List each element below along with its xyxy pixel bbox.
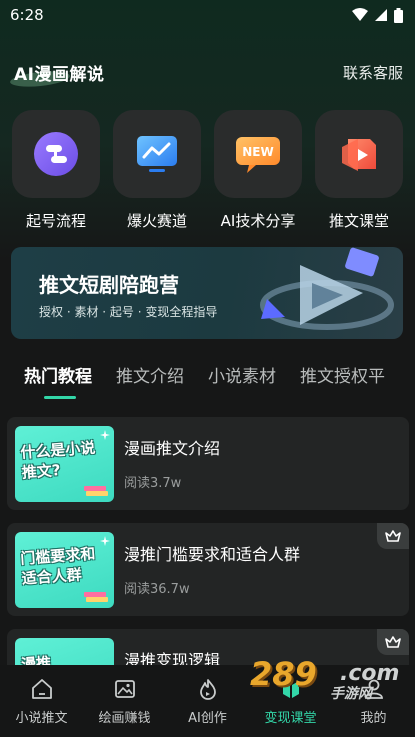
nav-item-ai-create[interactable]: AI创作 <box>166 665 249 737</box>
image-icon <box>114 680 135 698</box>
tab-tweet-authorization[interactable]: 推文授权平 <box>300 362 385 402</box>
tab-novel-materials[interactable]: 小说素材 <box>208 362 276 402</box>
status-bar: 6:28 <box>0 0 415 30</box>
book-icon <box>282 681 299 698</box>
crown-icon <box>385 636 401 648</box>
signal-icon <box>375 9 387 21</box>
nav-label: AI创作 <box>188 711 227 726</box>
home-icon <box>31 679 52 699</box>
new-badge-icon: NEW <box>236 137 280 173</box>
banner-illustration <box>260 247 394 330</box>
sparkle-icon <box>100 430 110 440</box>
shortcut-hot-track[interactable]: 爆火赛道 <box>113 110 201 231</box>
shortcut-tile: NEW <box>214 110 302 198</box>
nav-item-novel-tweet[interactable]: 小说推文 <box>0 665 83 737</box>
shortcut-tweet-class[interactable]: 推文课堂 <box>315 110 403 231</box>
user-icon <box>364 679 383 699</box>
article-thumbnail: 门槛要求和适合人群 <box>15 532 114 608</box>
shortcut-label: 爆火赛道 <box>126 212 187 230</box>
tab-label: 推文授权平 <box>300 367 385 387</box>
article-thumbnail: 什么是小说推文? <box>15 426 114 502</box>
status-icons <box>352 7 403 23</box>
shortcut-row: 起号流程 爆火赛道 NEW AI技术分享 推文课堂 <box>0 110 415 235</box>
thumbnail-text: 门槛要求和适合人群 <box>19 544 96 588</box>
wifi-icon <box>352 8 368 21</box>
bottom-nav: 小说推文 绘画赚钱 AI创作 变现课堂 我的 <box>0 665 415 737</box>
banner-title: 推文短剧陪跑营 <box>39 273 179 297</box>
app-logo: AI漫画解说 <box>9 60 105 89</box>
shortcut-tile <box>113 110 201 198</box>
article-card[interactable]: 门槛要求和适合人群 漫推门槛要求和适合人群 阅读36.7w <box>7 523 409 616</box>
promo-banner[interactable]: 推文短剧陪跑营 授权 · 素材 · 起号 · 变现全程指导 <box>11 247 403 339</box>
battery-icon <box>394 7 403 23</box>
shortcut-label: 起号流程 <box>25 212 86 230</box>
banner-subtitle: 授权 · 素材 · 起号 · 变现全程指导 <box>39 305 218 319</box>
sparkle-icon <box>100 536 110 546</box>
nav-label: 小说推文 <box>15 711 68 726</box>
nav-label: 我的 <box>360 711 387 726</box>
app-header: AI漫画解说 联系客服 <box>0 52 415 92</box>
trend-chart-icon <box>137 136 177 172</box>
crown-icon <box>385 530 401 542</box>
shortcut-label: 推文课堂 <box>328 212 389 230</box>
nav-item-paint-earn[interactable]: 绘画赚钱 <box>83 665 166 737</box>
shortcut-tile <box>12 110 100 198</box>
status-time: 6:28 <box>10 6 44 24</box>
shortcut-label: AI技术分享 <box>220 212 296 230</box>
nav-item-monetize-class[interactable]: 变现课堂 <box>249 665 332 737</box>
contact-support-link[interactable]: 联系客服 <box>343 62 403 83</box>
shortcut-tile <box>315 110 403 198</box>
shortcut-account-flow[interactable]: 起号流程 <box>12 110 100 231</box>
app-title: AI漫画解说 <box>14 64 105 85</box>
flame-icon <box>199 679 216 700</box>
article-read-count: 阅读3.7w <box>124 476 182 491</box>
premium-badge <box>377 629 409 655</box>
thumbnail-text: 什么是小说推文? <box>19 438 96 482</box>
article-card[interactable]: 什么是小说推文? 漫画推文介绍 阅读3.7w <box>7 417 409 510</box>
article-title: 漫画推文介绍 <box>124 439 221 458</box>
shortcut-ai-tech-share[interactable]: NEW AI技术分享 <box>214 110 302 231</box>
article-read-count: 阅读36.7w <box>124 582 190 597</box>
flow-icon <box>34 132 78 176</box>
tab-label: 热门教程 <box>24 367 92 387</box>
nav-label: 变现课堂 <box>264 711 317 726</box>
active-tab-indicator <box>44 396 76 399</box>
new-badge-text: NEW <box>242 145 273 159</box>
article-title: 漫推门槛要求和适合人群 <box>124 545 301 564</box>
tab-label: 小说素材 <box>208 367 276 387</box>
tab-tweet-intro[interactable]: 推文介绍 <box>116 362 184 402</box>
play-box-icon <box>342 139 376 171</box>
books-icon <box>84 486 108 496</box>
premium-badge <box>377 523 409 549</box>
nav-item-mine[interactable]: 我的 <box>332 665 415 737</box>
books-icon <box>84 592 108 602</box>
nav-label: 绘画赚钱 <box>98 711 151 726</box>
tab-label: 推文介绍 <box>116 367 184 387</box>
